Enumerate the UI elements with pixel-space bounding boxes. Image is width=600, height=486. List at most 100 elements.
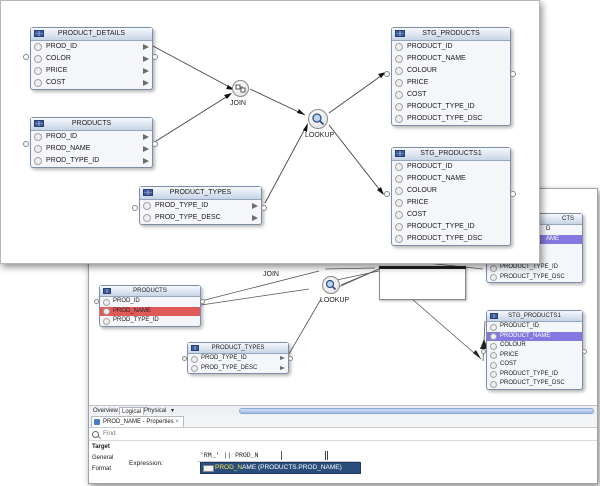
tab-dropdown-icon[interactable]: ▾ xyxy=(169,407,176,415)
back-product-types-table[interactable]: PRODUCT_TYPES PROD_TYPE_ID PROD_TYPE_DES… xyxy=(187,342,289,374)
attribute-icon xyxy=(395,67,403,75)
attribute-row[interactable]: PRODUCT_TYPE_DSC xyxy=(392,233,510,245)
attribute-row[interactable]: PRODUCT_TYPE_DSC xyxy=(487,273,582,283)
attribute-icon xyxy=(191,355,198,363)
port-right[interactable] xyxy=(510,71,516,77)
attribute-icon xyxy=(395,163,403,171)
attribute-row[interactable]: COST xyxy=(487,360,582,370)
attribute-row[interactable]: PROD_TYPE_ID xyxy=(100,316,200,326)
attribute-row[interactable]: PRODUCT_NAME xyxy=(392,173,510,185)
attribute-row[interactable]: PROD_TYPE_DESC xyxy=(188,364,288,374)
attribute-row-error[interactable]: PROD_NAME xyxy=(100,306,200,316)
attribute-row[interactable]: PROD_TYPE_ID xyxy=(31,155,152,167)
product-types-table[interactable]: PRODUCT_TYPES PROD_TYPE_ID PROD_TYPE_DES… xyxy=(139,186,262,225)
find-field[interactable]: Find xyxy=(89,428,597,441)
side-nav-general[interactable]: General xyxy=(89,453,115,464)
arrow-icon xyxy=(252,215,258,221)
port-right[interactable] xyxy=(261,205,267,211)
attribute-row[interactable]: PRODUCT_TYPE_ID xyxy=(487,370,582,380)
attribute-row[interactable]: PRODUCT_TYPE_ID xyxy=(487,263,582,273)
attribute-icon xyxy=(34,157,42,165)
properties-tab[interactable]: PROD_NAME - Properties × xyxy=(91,416,184,427)
attribute-row[interactable]: PROD_TYPE_ID xyxy=(188,354,288,364)
table-title: PRODUCT_DETAILS xyxy=(57,30,126,37)
port-left[interactable] xyxy=(182,356,187,361)
attribute-row[interactable]: PRODUCT_ID xyxy=(392,161,510,173)
stg-products1-table[interactable]: STG_PRODUCTS1 PRODUCT_ID PRODUCT_NAME CO… xyxy=(391,147,511,246)
back-lookup-node[interactable] xyxy=(322,276,340,294)
attribute-row[interactable]: COLOUR xyxy=(392,65,510,77)
attribute-icon xyxy=(490,371,497,378)
attribute-row[interactable]: PROD_TYPE_ID xyxy=(140,200,261,212)
attribute-row[interactable]: PROD_ID xyxy=(31,131,152,143)
port-left[interactable] xyxy=(384,191,390,197)
attribute-row[interactable]: COST xyxy=(31,77,152,89)
magnifier-icon xyxy=(312,113,325,126)
port-right[interactable] xyxy=(288,356,293,361)
attribute-icon xyxy=(34,55,42,63)
attribute-row[interactable]: PRODUCT_TYPE_DSC xyxy=(392,113,510,125)
port-left[interactable] xyxy=(94,299,99,304)
attribute-row[interactable]: COLOUR xyxy=(487,341,582,351)
port-right[interactable] xyxy=(510,191,516,197)
attribute-row[interactable]: PROD_ID xyxy=(31,41,152,53)
text-caret xyxy=(281,451,282,460)
side-nav-format[interactable]: Format xyxy=(89,464,115,475)
attribute-row[interactable]: PRODUCT_ID xyxy=(392,41,510,53)
back-products-table[interactable]: PRODUCTS PROD_ID PROD_NAME PROD_TYPE_ID xyxy=(99,285,201,327)
attribute-row[interactable]: PROD_ID xyxy=(100,297,200,307)
arrow-icon xyxy=(143,134,149,140)
lookup-node[interactable] xyxy=(308,109,328,129)
attribute-row[interactable]: PRICE xyxy=(31,65,152,77)
product-details-table[interactable]: PRODUCT_DETAILS PROD_ID COLOR PRICE COST xyxy=(30,27,153,90)
join-node[interactable] xyxy=(232,80,249,97)
attribute-row[interactable]: PRICE xyxy=(392,77,510,89)
attribute-icon xyxy=(395,55,403,63)
back-hidden-target-header xyxy=(379,266,466,269)
tab-physical[interactable]: Physical xyxy=(142,407,168,415)
attribute-icon xyxy=(34,67,42,75)
back-stg-products1-table[interactable]: STG_PRODUCTS1 PRODUCT_ID PRODUCT_NAME CO… xyxy=(486,310,583,390)
attribute-row[interactable]: PRODUCT_TYPE_ID xyxy=(392,101,510,113)
port-left[interactable] xyxy=(384,71,390,77)
port-right[interactable] xyxy=(200,299,205,304)
attribute-row[interactable]: COST xyxy=(392,209,510,221)
attribute-row[interactable]: PRICE xyxy=(392,197,510,209)
attribute-row[interactable]: PRODUCT_ID xyxy=(487,322,582,332)
tab-overview[interactable]: Overview xyxy=(91,407,120,415)
attribute-row-selected[interactable]: PRODUCT_NAME xyxy=(487,331,582,341)
products-table[interactable]: PRODUCTS PROD_ID PROD_NAME PROD_TYPE_ID xyxy=(30,117,153,168)
attribute-row[interactable]: PRICE xyxy=(487,351,582,361)
attribute-row[interactable]: PROD_NAME xyxy=(31,143,152,155)
table-icon xyxy=(34,30,44,37)
table-title: CTS xyxy=(562,216,574,222)
back-lookup-label: LOOKUP xyxy=(320,297,350,304)
port-left[interactable] xyxy=(481,349,486,354)
attribute-icon xyxy=(490,264,497,272)
arrow-icon xyxy=(143,146,149,152)
port-left[interactable] xyxy=(23,141,29,147)
port-left[interactable] xyxy=(132,205,138,211)
autocomplete-suggestion[interactable]: PROD_NAME (PRODUCTS.PROD_NAME) xyxy=(200,462,361,474)
attribute-row[interactable]: COLOUR xyxy=(392,185,510,197)
port-right[interactable] xyxy=(152,54,158,60)
expression-input[interactable]: 'RM_' || PROD_N xyxy=(197,450,360,462)
close-icon[interactable]: × xyxy=(175,419,179,425)
attribute-row[interactable]: PRODUCT_TYPE_DSC xyxy=(487,379,582,389)
port-right[interactable] xyxy=(582,349,587,354)
attribute-icon xyxy=(395,115,403,123)
port-left[interactable] xyxy=(23,54,29,60)
attribute-row[interactable]: PRODUCT_TYPE_ID xyxy=(392,221,510,233)
attribute-row[interactable]: COLOR xyxy=(31,53,152,65)
search-icon xyxy=(92,431,99,438)
attribute-row[interactable]: PROD_TYPE_DESC xyxy=(140,212,261,224)
attribute-icon xyxy=(34,79,42,87)
attribute-icon xyxy=(395,175,403,183)
attribute-row[interactable]: COST xyxy=(392,89,510,101)
table-icon xyxy=(34,120,44,127)
port-right[interactable] xyxy=(152,141,158,147)
arrow-icon xyxy=(280,365,285,370)
horizontal-scrollbar[interactable] xyxy=(239,408,594,414)
attribute-row[interactable]: PRODUCT_NAME xyxy=(392,53,510,65)
stg-products-table[interactable]: STG_PRODUCTS PRODUCT_ID PRODUCT_NAME COL… xyxy=(391,27,511,126)
